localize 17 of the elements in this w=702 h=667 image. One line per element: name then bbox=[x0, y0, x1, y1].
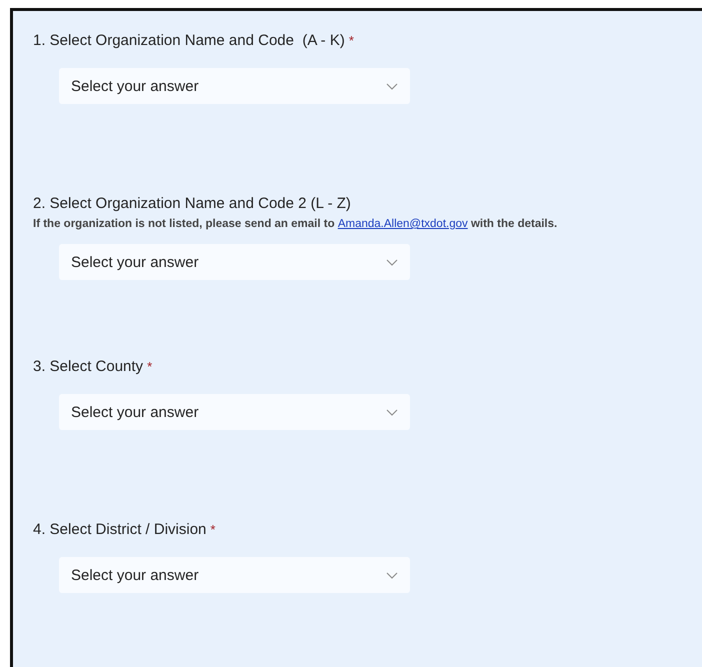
answer-dropdown[interactable]: Select your answer bbox=[59, 557, 410, 593]
answer-dropdown[interactable]: Select your answer bbox=[59, 244, 410, 280]
question-note: If the organization is not listed, please send an email to Amanda.Allen@txdot.gov with the details. bbox=[33, 218, 558, 230]
question-title: 4. Select District / Division bbox=[33, 521, 206, 538]
chevron-down-icon bbox=[386, 408, 398, 416]
required-mark: * bbox=[147, 359, 152, 374]
chevron-down-icon bbox=[386, 82, 398, 90]
required-mark: * bbox=[348, 33, 354, 48]
question-title: 2. Select Organization Name and Code 2 (L - Z) bbox=[33, 195, 351, 212]
chevron-down-icon bbox=[386, 258, 398, 266]
answer-dropdown[interactable]: Select your answer bbox=[59, 394, 410, 430]
question-title: 1. Select Organization Name and Code (A - K) bbox=[33, 32, 345, 49]
question-title: 3. Select County bbox=[33, 358, 144, 375]
chevron-down-icon bbox=[386, 572, 398, 578]
email-link[interactable]: Amanda.Allen@txdot.gov bbox=[338, 218, 468, 230]
required-mark: * bbox=[210, 522, 216, 537]
answer-dropdown[interactable]: Select your answer bbox=[59, 68, 410, 104]
